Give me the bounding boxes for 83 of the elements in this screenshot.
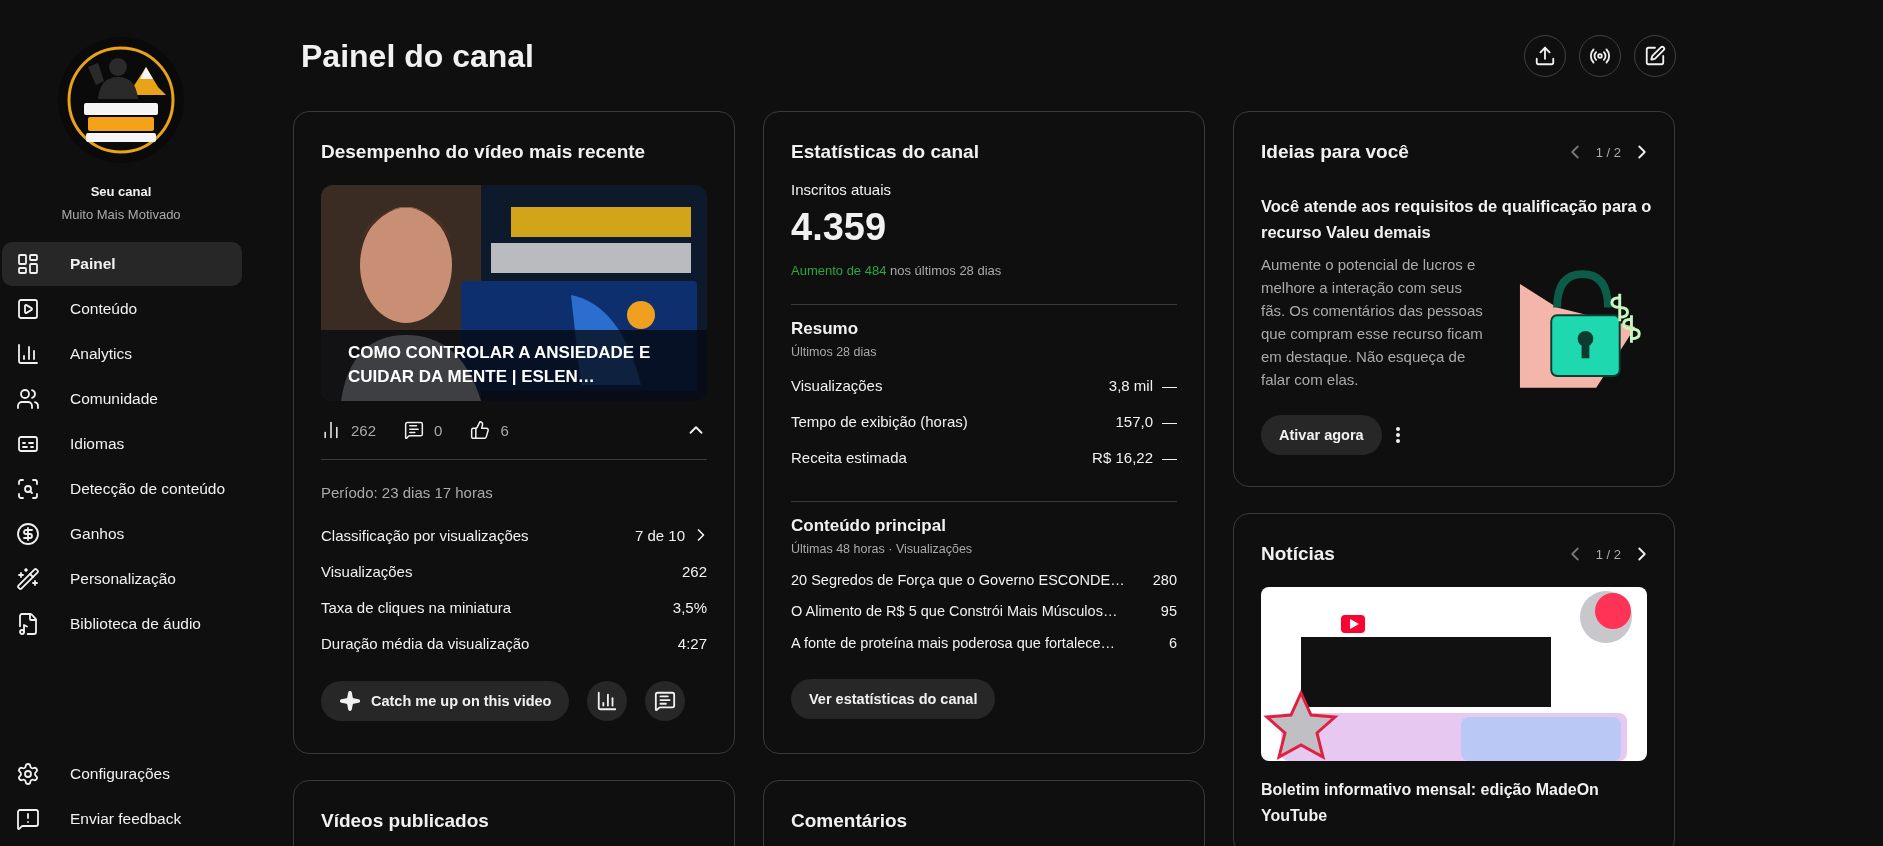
view-count: 6 (1168, 634, 1177, 651)
sparkle-icon (339, 690, 361, 712)
activate-button[interactable]: Ativar agora (1261, 415, 1382, 455)
section-title: Resumo (791, 319, 860, 339)
card-title: Notícias (1261, 542, 1335, 566)
summary-value: R$ 16,22 (1092, 448, 1153, 466)
nav-item[interactable]: Conteúdo (2, 287, 242, 331)
nav-item[interactable]: Personalização (2, 557, 242, 601)
page-title: Painel do canal (301, 37, 534, 75)
dollar-icon (16, 522, 40, 546)
channel-label: Seu canal (89, 184, 153, 199)
bar-chart-icon (321, 420, 341, 440)
comments-button[interactable] (645, 681, 686, 721)
card-title: Vídeos publicados (321, 809, 490, 833)
period-text: Período: 23 dias 17 horas (321, 484, 494, 501)
subscribers-label: Inscritos atuais (791, 181, 893, 198)
stat-value: 262 (351, 421, 377, 439)
metric-label: Classificação por visualizações (321, 526, 529, 544)
summary-label: Tempo de exibição (horas) (791, 412, 968, 430)
nav-item[interactable]: Ganhos (2, 512, 242, 556)
metric-label: Taxa de cliques na miniatura (321, 598, 512, 616)
trend-dash: — (1161, 448, 1177, 466)
feedback-icon (16, 807, 40, 831)
nav-item[interactable]: Enviar feedback (2, 797, 242, 841)
catch-up-button[interactable]: Catch me up on this video (321, 681, 570, 721)
trend-dash: — (1161, 376, 1177, 394)
nav-item[interactable]: Idiomas (2, 422, 242, 466)
people-icon (16, 387, 40, 411)
more-button[interactable] (1395, 427, 1400, 443)
card-title: Comentários (791, 809, 909, 833)
nav-item[interactable]: Painel (2, 242, 242, 286)
growth-text: Aumento de 484 nos últimos 28 dias (791, 263, 1003, 278)
analytics-button[interactable] (587, 681, 628, 721)
summary-value: 3,8 mil (1108, 376, 1153, 394)
channel-name: Muito Mais Motivado (60, 207, 182, 222)
edit-icon (1644, 45, 1666, 67)
metric-value: 262 (681, 562, 707, 580)
metric-label: Visualizações (321, 562, 413, 580)
comment-icon (404, 420, 425, 440)
view-count: 280 (1152, 571, 1177, 588)
summary-label: Receita estimada (791, 448, 907, 466)
subscriber-count: 4.359 (791, 206, 888, 249)
nav-item[interactable]: Comunidade (2, 377, 242, 421)
nav-item[interactable]: Analytics (2, 332, 242, 376)
video-link[interactable]: O Alimento de R$ 5 que Constrói Mais Músculos… (791, 603, 1118, 620)
stat-value: 6 (500, 421, 509, 439)
summary-label: Visualizações (791, 376, 883, 394)
channel-stats-button[interactable]: Ver estatísticas do canal (791, 678, 996, 719)
section-subtitle: Últimos 28 dias (791, 345, 878, 359)
metric-value: 3,5% (672, 598, 707, 616)
page-indicator: 1 / 2 (1595, 546, 1621, 562)
card-title: Desempenho do vídeo mais recente (321, 140, 647, 164)
stat-value: 0 (434, 421, 443, 439)
search-screen-icon (16, 477, 40, 501)
section-title: Conteúdo principal (791, 516, 947, 536)
settings-icon (16, 762, 40, 786)
page-indicator: 1 / 2 (1595, 144, 1621, 160)
nav-item[interactable]: Configurações (2, 752, 242, 796)
card-title: Estatísticas do canal (791, 140, 980, 164)
idea-heading: Você atende aos requisitos de qualificação para o recurso Valeu demais (1261, 196, 1653, 243)
news-caption[interactable]: Boletim informativo mensal: edição MadeOn YouTube (1261, 777, 1647, 829)
metric-label: Duração média da visualização (321, 634, 530, 652)
card-title: Ideias para você (1261, 140, 1409, 164)
view-count: 95 (1160, 603, 1177, 620)
magic-wand-icon (16, 567, 40, 591)
metric-link[interactable]: 7 de 10 (634, 525, 711, 545)
upload-icon (1534, 45, 1556, 67)
trend-dash: — (1161, 412, 1177, 430)
section-subtitle: Últimas 48 horas · Visualizações (791, 542, 974, 556)
metric-value: 4:27 (677, 634, 707, 652)
dashboard-icon (16, 252, 40, 276)
video-link[interactable]: 20 Segredos de Força que o Governo ESCONDE… (791, 571, 1125, 588)
comment-icon (654, 690, 677, 712)
bar-chart-icon (16, 342, 40, 366)
music-file-icon (16, 612, 40, 636)
more-icon (1395, 427, 1400, 443)
idea-description: Aumente o potencial de lucros e melhore a interação com seus fãs. Os comentários das pessoas que compram esse recurso ficam em destaque. Não esqueça de falar com elas. (1261, 255, 1484, 390)
thumbs-up-icon (470, 420, 491, 440)
nav-item[interactable]: Biblioteca de áudio (2, 602, 242, 646)
summary-value: 157,0 (1115, 412, 1153, 430)
video-link[interactable]: A fonte de proteína mais poderosa que fortalece… (791, 634, 1116, 651)
nav-item[interactable]: Detecção de conteúdo (2, 467, 242, 511)
bar-chart-icon (596, 690, 619, 712)
